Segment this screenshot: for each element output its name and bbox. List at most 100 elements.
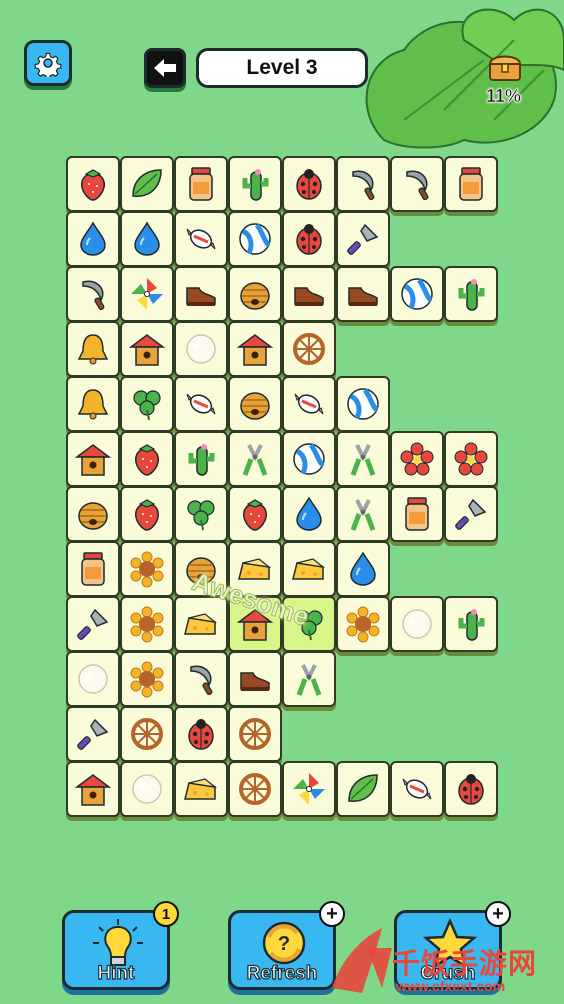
svg-text:?: ?: [278, 933, 290, 955]
strawberry-icon: [80, 169, 106, 201]
tile-jar[interactable]: [66, 541, 120, 597]
sunflower-icon: [346, 606, 380, 643]
tile-birdhouse[interactable]: [120, 321, 174, 377]
tile-candy[interactable]: [174, 211, 228, 267]
tile-clover[interactable]: [120, 376, 174, 432]
tile-sickle[interactable]: [174, 651, 228, 707]
sunflower-icon: [130, 551, 164, 588]
tile-bell[interactable]: [66, 321, 120, 377]
tile-beehive[interactable]: [66, 486, 120, 542]
tile-shoe[interactable]: [336, 266, 390, 322]
pinwheel-icon: [131, 278, 163, 310]
cotton-icon: [78, 664, 108, 694]
tile-beehive[interactable]: [228, 376, 282, 432]
tile-candy[interactable]: [390, 761, 444, 817]
tile-cotton[interactable]: [66, 651, 120, 707]
tile-ladybug[interactable]: [282, 156, 336, 212]
level-title: Level 3: [196, 48, 368, 88]
tile-sunflower[interactable]: [120, 541, 174, 597]
tile-trowel[interactable]: [336, 211, 390, 267]
tile-ball[interactable]: [390, 266, 444, 322]
tile-shoe[interactable]: [228, 651, 282, 707]
tile-strawberry[interactable]: [120, 486, 174, 542]
tile-birdhouse[interactable]: [228, 321, 282, 377]
tile-candy[interactable]: [282, 376, 336, 432]
tile-ladybug[interactable]: [174, 706, 228, 762]
tile-sickle[interactable]: [66, 266, 120, 322]
tile-birdhouse[interactable]: [66, 431, 120, 487]
hint-button[interactable]: Hint 1: [62, 901, 179, 990]
trowel-icon: [77, 608, 109, 640]
refresh-button[interactable]: ? Refresh +: [228, 901, 345, 990]
tile-sunflower[interactable]: [120, 651, 174, 707]
tile-clover[interactable]: [174, 486, 228, 542]
tile-cactus[interactable]: [444, 596, 498, 652]
tile-drop[interactable]: [120, 211, 174, 267]
pliers-icon: [242, 444, 268, 476]
cheese-icon: [184, 613, 218, 635]
tile-jar[interactable]: [444, 156, 498, 212]
tile-sickle[interactable]: [336, 156, 390, 212]
tile-shoe[interactable]: [174, 266, 228, 322]
tile-strawberry[interactable]: [120, 431, 174, 487]
tile-strawberry[interactable]: [66, 156, 120, 212]
tile-drop[interactable]: [336, 541, 390, 597]
tile-trowel[interactable]: [66, 596, 120, 652]
tile-pliers[interactable]: [282, 651, 336, 707]
tile-cheese[interactable]: [282, 541, 336, 597]
tile-flower[interactable]: [444, 431, 498, 487]
tile-leaf[interactable]: [336, 761, 390, 817]
tile-pinwheel[interactable]: [120, 266, 174, 322]
tile-wheel[interactable]: [228, 706, 282, 762]
ball-icon: [401, 278, 433, 310]
tile-cactus[interactable]: [174, 431, 228, 487]
tile-candy[interactable]: [174, 376, 228, 432]
gear-icon: [34, 52, 62, 77]
tile-pliers[interactable]: [336, 486, 390, 542]
tile-birdhouse[interactable]: [66, 761, 120, 817]
tile-cotton[interactable]: [390, 596, 444, 652]
tile-wheel[interactable]: [228, 761, 282, 817]
ball-icon: [239, 223, 271, 255]
tile-jar[interactable]: [390, 486, 444, 542]
tile-sunflower[interactable]: [336, 596, 390, 652]
tile-trowel[interactable]: [66, 706, 120, 762]
back-button[interactable]: [144, 48, 186, 88]
tile-ball[interactable]: [282, 431, 336, 487]
tile-beehive[interactable]: [228, 266, 282, 322]
tile-bell[interactable]: [66, 376, 120, 432]
tile-sunflower[interactable]: [120, 596, 174, 652]
sickle-icon: [190, 665, 213, 696]
tile-ball[interactable]: [336, 376, 390, 432]
tile-cheese[interactable]: [174, 761, 228, 817]
tile-drop[interactable]: [66, 211, 120, 267]
beehive-icon: [240, 392, 270, 420]
tile-flower[interactable]: [390, 431, 444, 487]
birdhouse-icon: [74, 444, 112, 476]
tile-cotton[interactable]: [174, 321, 228, 377]
tile-sickle[interactable]: [390, 156, 444, 212]
tile-leaf[interactable]: [120, 156, 174, 212]
tile-wheel[interactable]: [282, 321, 336, 377]
tile-trowel[interactable]: [444, 486, 498, 542]
tile-wheel[interactable]: [120, 706, 174, 762]
tile-ladybug[interactable]: [444, 761, 498, 817]
pliers-icon: [350, 499, 376, 531]
sickle-icon: [82, 280, 105, 311]
pliers-icon: [350, 444, 376, 476]
tile-jar[interactable]: [174, 156, 228, 212]
tile-cactus[interactable]: [228, 156, 282, 212]
settings-button[interactable]: [24, 40, 72, 86]
cactus-icon: [188, 444, 215, 476]
tile-ladybug[interactable]: [282, 211, 336, 267]
tile-cactus[interactable]: [444, 266, 498, 322]
tile-shoe[interactable]: [282, 266, 336, 322]
tile-strawberry[interactable]: [228, 486, 282, 542]
tile-pliers[interactable]: [228, 431, 282, 487]
tile-pinwheel[interactable]: [282, 761, 336, 817]
tile-ball[interactable]: [228, 211, 282, 267]
tile-pliers[interactable]: [336, 431, 390, 487]
tile-cotton[interactable]: [120, 761, 174, 817]
shoe-icon: [294, 287, 324, 306]
tile-drop[interactable]: [282, 486, 336, 542]
